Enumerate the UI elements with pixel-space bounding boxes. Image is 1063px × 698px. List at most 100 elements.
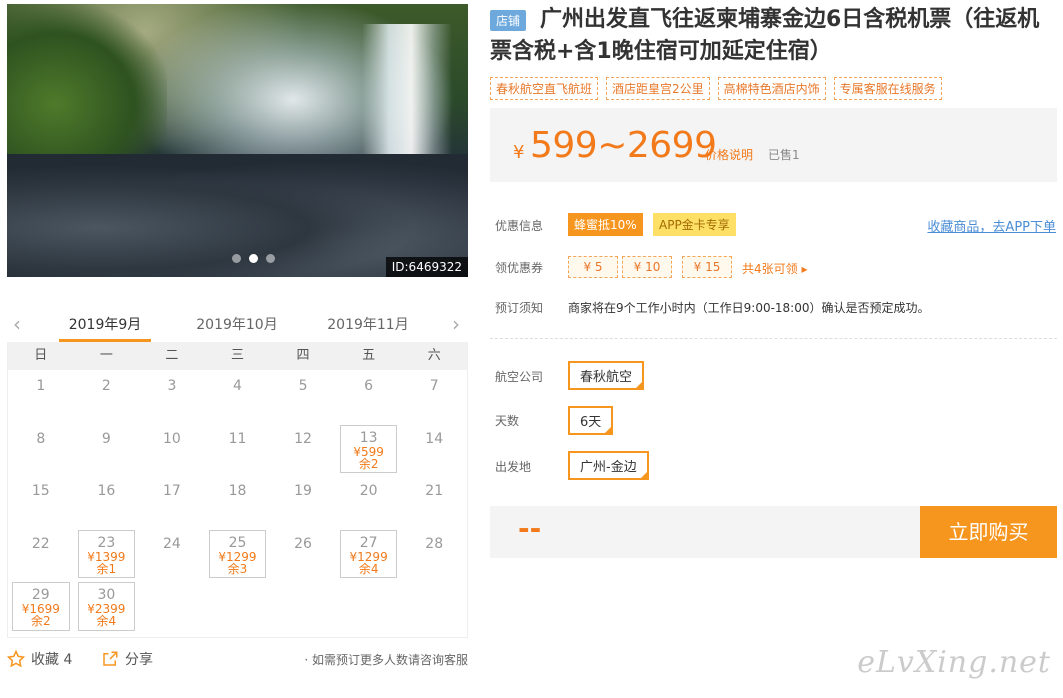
- feature-tag: 高棉特色酒店内饰: [717, 77, 826, 100]
- weekday-label: 二: [165, 348, 179, 363]
- next-month-icon[interactable]: ›: [452, 312, 460, 336]
- calendar-header: ‹ 2019年9月 2019年10月 2019年11月 ›: [7, 306, 468, 342]
- day-price: ¥599: [353, 444, 384, 459]
- tab-month-sep[interactable]: 2019年9月: [59, 314, 151, 342]
- day-number: 1: [36, 378, 46, 394]
- coupon-label: 领优惠券: [495, 261, 544, 275]
- day-price: ¥1299: [218, 549, 257, 564]
- weekday-label: 日: [34, 348, 48, 363]
- calendar-day-available[interactable]: 13 ¥599 余2: [339, 424, 398, 473]
- calendar-grid: 日 一 二 三 四 五 六 1 2 3 4 5 6 7 8 9 10 11 12 13 ¥599 余2 14 1…: [7, 342, 468, 638]
- day-number: 27: [359, 534, 378, 551]
- day-number: 25: [228, 534, 247, 551]
- tab-month-oct[interactable]: 2019年10月: [191, 314, 283, 342]
- carousel-dot-active[interactable]: [249, 254, 258, 263]
- depart-option[interactable]: 广州-金边: [568, 451, 649, 480]
- share-icon: [103, 651, 118, 666]
- more-coupons-link[interactable]: 共4张可领 ▸: [742, 260, 807, 277]
- calendar-day: 2: [74, 370, 140, 423]
- calendar-day: 14: [401, 423, 467, 476]
- depart-label: 出发地: [495, 460, 532, 474]
- day-number: 30: [97, 587, 116, 603]
- carousel-dot[interactable]: [266, 254, 275, 263]
- calendar-day: 28: [401, 528, 467, 581]
- favorite-label: 收藏 4: [31, 652, 73, 668]
- favorite-button[interactable]: 收藏 4: [7, 649, 72, 669]
- calendar-day: 4: [205, 370, 271, 423]
- calendar-day: 24: [139, 528, 205, 581]
- days-label: 天数: [495, 414, 520, 428]
- calendar-day: 22: [8, 528, 74, 581]
- calendar-day: 1: [8, 370, 74, 423]
- calendar-day: 26: [270, 528, 336, 581]
- calendar-day: 10: [139, 423, 205, 476]
- day-number: 2: [101, 378, 111, 394]
- day-number: 9: [101, 430, 111, 447]
- weekday-label: 一: [99, 348, 113, 363]
- buy-now-button[interactable]: 立即购买: [920, 506, 1057, 558]
- calendar-day: 7: [401, 370, 467, 423]
- price-range: 599~2699: [530, 125, 717, 166]
- day-number: 26: [294, 535, 312, 552]
- day-remaining: 余4: [358, 561, 379, 576]
- share-label: 分享: [125, 652, 153, 668]
- price-description-link[interactable]: 价格说明: [705, 146, 753, 163]
- coupon-15[interactable]: ¥ 15: [682, 256, 732, 278]
- coupon-10[interactable]: ¥ 10: [622, 256, 672, 278]
- feature-tag: 酒店距皇宫2公里: [606, 77, 710, 100]
- product-title: 广州出发直飞往返柬埔寨金边6日含税机票（往返机票含税+含1晚住宿可加延定住宿）: [490, 7, 1040, 64]
- divider: [490, 338, 1057, 339]
- calendar-day-available[interactable]: 23 ¥1399 余1: [77, 529, 136, 578]
- carousel-dots: [232, 254, 275, 263]
- favorite-app-link[interactable]: 收藏商品，去APP下单: [927, 216, 1056, 235]
- airline-option[interactable]: 春秋航空: [568, 361, 645, 390]
- calendar-day: 3: [139, 370, 205, 423]
- day-number: 22: [31, 535, 50, 552]
- action-bar: 收藏 4 分享 · 如需预订更多人数请咨询客服: [7, 646, 468, 672]
- day-number: 12: [294, 430, 312, 447]
- prev-month-icon[interactable]: ‹: [13, 312, 21, 336]
- feature-tag: 春秋航空直飞航班: [490, 77, 599, 100]
- share-button[interactable]: 分享: [101, 649, 153, 669]
- calendar-day: 17: [139, 475, 205, 528]
- day-remaining: 余2: [30, 614, 51, 628]
- coupon-5[interactable]: ¥ 5: [568, 256, 618, 278]
- product-image[interactable]: ID:6469322: [7, 4, 468, 277]
- day-number: 8: [36, 430, 46, 447]
- day-number: 11: [228, 430, 247, 447]
- weekday-row: 日 一 二 三 四 五 六: [8, 342, 467, 370]
- weekday-label: 六: [427, 348, 441, 363]
- day-price: ¥1399: [87, 549, 126, 564]
- day-price: ¥1299: [349, 549, 388, 564]
- day-number: 17: [163, 483, 181, 499]
- day-number: 19: [294, 483, 312, 499]
- day-number: 6: [364, 378, 374, 394]
- calendar-day-available[interactable]: 27 ¥1299 余4: [339, 529, 398, 578]
- day-remaining: 余1: [96, 561, 117, 576]
- watermark: eLvXing.net: [857, 645, 1051, 680]
- day-number: 29: [31, 587, 50, 603]
- carousel-dot[interactable]: [232, 254, 241, 263]
- total-price: --: [518, 512, 542, 545]
- day-number: 21: [425, 483, 444, 499]
- day-number: 13: [359, 429, 378, 446]
- tab-month-nov[interactable]: 2019年11月: [322, 314, 414, 342]
- weekday-label: 五: [362, 348, 376, 363]
- day-number: 24: [163, 535, 181, 552]
- booking-label: 预订须知: [495, 301, 544, 315]
- calendar-day: 6: [336, 370, 402, 423]
- calendar-day-available[interactable]: 30 ¥2399 余4: [77, 582, 136, 631]
- group-booking-note: · 如需预订更多人数请咨询客服: [304, 653, 468, 667]
- day-number: 28: [425, 535, 444, 552]
- calendar-day: 11: [205, 423, 271, 476]
- day-remaining: 余3: [227, 561, 248, 576]
- calendar-day: 18: [205, 475, 271, 528]
- day-remaining: 余4: [96, 614, 117, 628]
- calendar-day-available[interactable]: 29 ¥1699 余2: [12, 582, 70, 631]
- days-option[interactable]: 6天: [568, 406, 614, 435]
- weekday-label: 三: [230, 348, 244, 363]
- calendar-day-available[interactable]: 25 ¥1299 余3: [208, 529, 267, 578]
- day-number: 23: [97, 534, 116, 551]
- calendar-day: 8: [8, 423, 74, 476]
- day-remaining: 余2: [358, 456, 379, 471]
